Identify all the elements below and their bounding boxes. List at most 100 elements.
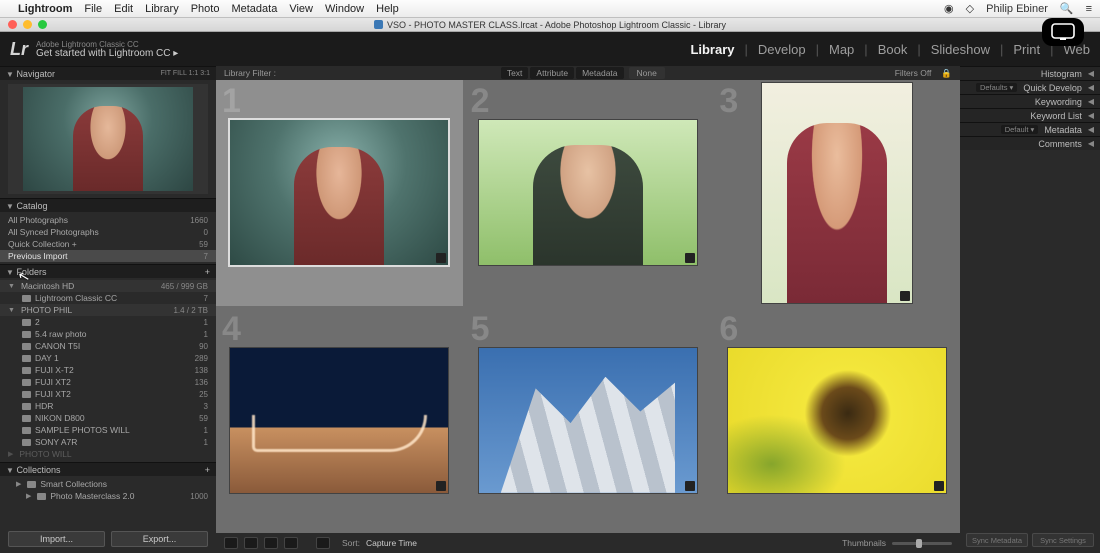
grid-cell[interactable]: 1 bbox=[216, 80, 463, 306]
thumbnail-grid[interactable]: 1 2 3 4 5 6 bbox=[216, 80, 960, 533]
identity-plate[interactable]: Get started with Lightroom CC ▸ bbox=[36, 49, 178, 58]
volume-row[interactable]: ▼Macintosh HD465 / 999 GB bbox=[0, 280, 216, 292]
navigator-header[interactable]: ▼ Navigator FIT FILL 1:1 3:1 bbox=[0, 66, 216, 80]
folder-row[interactable]: DAY 1289 bbox=[0, 352, 216, 364]
spotlight-icon[interactable]: 🔍 bbox=[1060, 2, 1074, 15]
module-slideshow[interactable]: Slideshow bbox=[931, 42, 990, 57]
volume-row-collapsed[interactable]: ▶PHOTO WILL bbox=[0, 448, 216, 460]
grid-toolbar: Sort: Capture Time Thumbnails bbox=[216, 533, 960, 553]
wifi-icon[interactable]: ◇ bbox=[966, 2, 974, 15]
menu-metadata[interactable]: Metadata bbox=[231, 3, 277, 15]
catalog-header[interactable]: ▼ Catalog bbox=[0, 198, 216, 212]
module-print[interactable]: Print bbox=[1013, 42, 1040, 57]
folder-row[interactable]: 21 bbox=[0, 316, 216, 328]
filter-lock-icon[interactable]: 🔒 bbox=[941, 68, 952, 79]
folder-row[interactable]: 5.4 raw photo1 bbox=[0, 328, 216, 340]
view-loupe-button[interactable] bbox=[244, 537, 258, 549]
view-grid-button[interactable] bbox=[224, 537, 238, 549]
grid-cell[interactable]: 3 bbox=[713, 80, 960, 306]
right-panel-header[interactable]: Defaults ▾Quick Develop◀ bbox=[960, 80, 1100, 94]
import-button[interactable]: Import... bbox=[8, 531, 105, 547]
menu-library[interactable]: Library bbox=[145, 3, 179, 15]
painter-tool-button[interactable] bbox=[316, 537, 330, 549]
filter-attribute[interactable]: Attribute bbox=[530, 67, 574, 79]
folder-row[interactable]: NIKON D80059 bbox=[0, 412, 216, 424]
grid-cell[interactable]: 4 bbox=[216, 308, 463, 534]
folder-row[interactable]: CANON T5I90 bbox=[0, 340, 216, 352]
export-button[interactable]: Export... bbox=[111, 531, 208, 547]
thumb-badge-icon[interactable] bbox=[436, 253, 446, 263]
close-icon[interactable] bbox=[8, 20, 17, 29]
minimize-icon[interactable] bbox=[23, 20, 32, 29]
right-panel-header[interactable]: Comments◀ bbox=[960, 136, 1100, 150]
sort-label: Sort: bbox=[342, 538, 360, 548]
right-panel-header[interactable]: Histogram◀ bbox=[960, 66, 1100, 80]
folder-row[interactable]: FUJI X-T2138 bbox=[0, 364, 216, 376]
thumbnail-size-slider[interactable] bbox=[892, 542, 952, 545]
grid-cell[interactable]: 6 bbox=[713, 308, 960, 534]
thumbnails-label: Thumbnails bbox=[842, 538, 886, 548]
sort-value[interactable]: Capture Time bbox=[366, 538, 417, 548]
filters-off[interactable]: Filters Off bbox=[889, 67, 938, 79]
menu-file[interactable]: File bbox=[84, 3, 102, 15]
right-panel-header[interactable]: Keywording◀ bbox=[960, 94, 1100, 108]
catalog-item[interactable]: All Synced Photographs0 bbox=[0, 226, 216, 238]
thumb-badge-icon[interactable] bbox=[685, 253, 695, 263]
add-collection-icon[interactable]: + bbox=[205, 465, 210, 475]
volume-row[interactable]: ▼PHOTO PHIL1.4 / 2 TB bbox=[0, 304, 216, 316]
zoom-icon[interactable] bbox=[38, 20, 47, 29]
folder-row[interactable]: SAMPLE PHOTOS WILL1 bbox=[0, 424, 216, 436]
catalog-item[interactable]: Previous Import7 bbox=[0, 250, 216, 262]
collection-row[interactable]: ▶Photo Masterclass 2.01000 bbox=[0, 490, 216, 502]
folder-row[interactable]: HDR3 bbox=[0, 400, 216, 412]
cc-status-icon[interactable]: ◉ bbox=[944, 2, 954, 15]
menu-help[interactable]: Help bbox=[376, 3, 399, 15]
folders-header[interactable]: ▼ Folders+ bbox=[0, 264, 216, 278]
catalog-item[interactable]: All Photographs1660 bbox=[0, 214, 216, 226]
window-titlebar: VSO - PHOTO MASTER CLASS.lrcat - Adobe P… bbox=[0, 18, 1100, 32]
module-map[interactable]: Map bbox=[829, 42, 854, 57]
module-picker: Library| Develop| Map| Book| Slideshow| … bbox=[690, 42, 1090, 57]
filter-none[interactable]: None bbox=[629, 67, 665, 79]
right-panel-header[interactable]: Default ▾Metadata◀ bbox=[960, 122, 1100, 136]
app-menu[interactable]: Lightroom bbox=[18, 3, 72, 15]
navigator-preview[interactable] bbox=[8, 84, 208, 194]
module-develop[interactable]: Develop bbox=[758, 42, 806, 57]
filter-metadata[interactable]: Metadata bbox=[576, 67, 623, 79]
folder-row[interactable]: FUJI XT225 bbox=[0, 388, 216, 400]
catalog-item[interactable]: Quick Collection +59 bbox=[0, 238, 216, 250]
thumb-badge-icon[interactable] bbox=[436, 481, 446, 491]
folder-row[interactable]: FUJI XT2136 bbox=[0, 376, 216, 388]
navigator-zoom-modes[interactable]: FIT FILL 1:1 3:1 bbox=[161, 70, 210, 77]
view-compare-button[interactable] bbox=[264, 537, 278, 549]
collections-header[interactable]: ▼ Collections+ bbox=[0, 462, 216, 476]
right-panel: Histogram◀Defaults ▾Quick Develop◀Keywor… bbox=[960, 66, 1100, 553]
view-survey-button[interactable] bbox=[284, 537, 298, 549]
screen-record-indicator[interactable] bbox=[1042, 18, 1084, 46]
folder-row[interactable]: Lightroom Classic CC7 bbox=[0, 292, 216, 304]
menu-view[interactable]: View bbox=[289, 3, 313, 15]
collection-row[interactable]: ▶Smart Collections bbox=[0, 478, 216, 490]
library-filter-bar: Library Filter : Text Attribute Metadata… bbox=[216, 66, 960, 80]
thumb-badge-icon[interactable] bbox=[934, 481, 944, 491]
add-folder-icon[interactable]: + bbox=[205, 267, 210, 277]
module-library[interactable]: Library bbox=[690, 42, 734, 57]
menu-extra-icon[interactable]: ≡ bbox=[1086, 3, 1092, 15]
top-module-bar: Lr Adobe Lightroom Classic CC Get starte… bbox=[0, 32, 1100, 66]
sync-metadata-button[interactable]: Sync Metadata bbox=[966, 533, 1028, 547]
menu-photo[interactable]: Photo bbox=[191, 3, 220, 15]
sync-settings-button[interactable]: Sync Settings bbox=[1032, 533, 1094, 547]
lightroom-logo: Lr bbox=[10, 39, 28, 60]
menu-edit[interactable]: Edit bbox=[114, 3, 133, 15]
filter-text[interactable]: Text bbox=[501, 67, 529, 79]
grid-cell[interactable]: 2 bbox=[465, 80, 712, 306]
grid-cell[interactable]: 5 bbox=[465, 308, 712, 534]
folder-row[interactable]: SONY A7R1 bbox=[0, 436, 216, 448]
right-panel-header[interactable]: Keyword List◀ bbox=[960, 108, 1100, 122]
macos-menubar[interactable]: Lightroom File Edit Library Photo Metada… bbox=[0, 0, 1100, 18]
filter-label: Library Filter : bbox=[224, 68, 276, 78]
thumb-badge-icon[interactable] bbox=[685, 481, 695, 491]
menu-window[interactable]: Window bbox=[325, 3, 364, 15]
thumb-badge-icon[interactable] bbox=[900, 291, 910, 301]
module-book[interactable]: Book bbox=[878, 42, 908, 57]
